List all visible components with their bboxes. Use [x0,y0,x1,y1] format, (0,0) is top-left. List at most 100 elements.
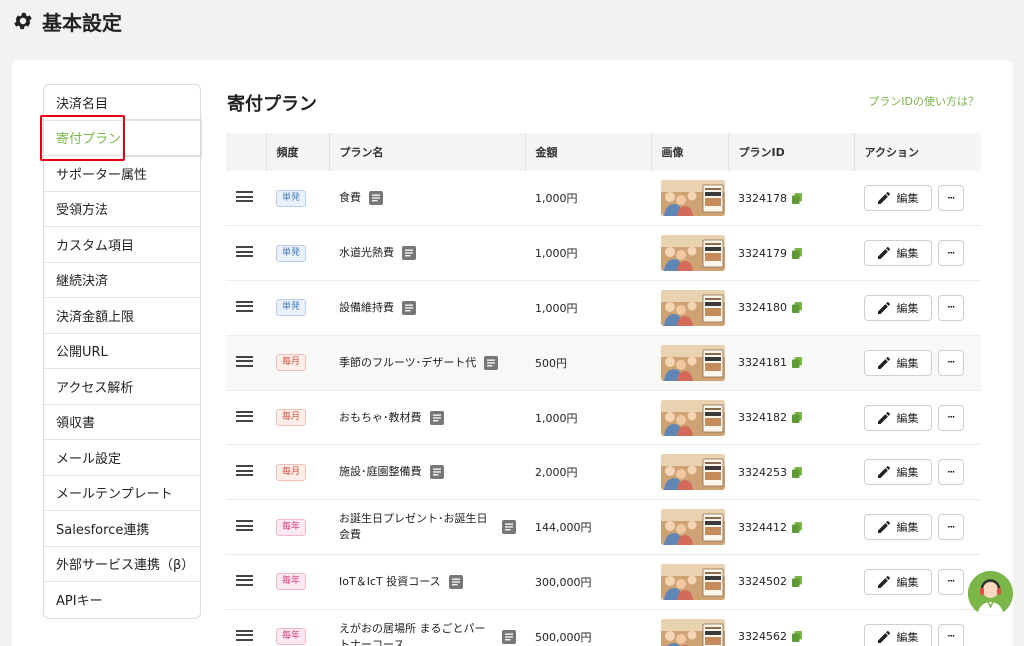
sidebar-item-3[interactable]: 受領方法 [44,192,200,227]
sidebar-item-2[interactable]: サポーター属性 [44,156,200,192]
plan-name-cell: 水道光熱費 [329,225,525,282]
document-icon[interactable] [502,520,516,535]
sidebar-item-1[interactable]: 寄付プラン [44,121,200,156]
drag-cell [226,554,266,610]
copy-icon[interactable] [792,247,802,259]
more-actions-button[interactable]: ··· [938,404,964,431]
drag-handle-icon[interactable] [236,245,253,258]
more-actions-button[interactable]: ··· [938,240,964,267]
drag-handle-icon[interactable] [236,355,253,368]
more-actions-button[interactable]: ··· [938,459,964,486]
edit-button-label: 編集 [896,576,919,589]
drag-handle-icon[interactable] [236,574,253,587]
plan-id: 3324562 [738,630,787,644]
sidebar-item-14[interactable]: APIキー [44,582,200,618]
copy-icon[interactable] [792,466,802,478]
sidebar-item-7[interactable]: 公開URL [44,334,200,369]
more-actions-button[interactable]: ··· [938,185,964,212]
page-header: 基本設定 [12,8,122,35]
drag-handle-icon[interactable] [236,300,253,313]
copy-icon[interactable] [792,357,802,369]
pencil-icon [877,630,890,643]
edit-button[interactable]: 編集 [864,404,932,431]
sidebar-item-0[interactable]: 決済名目 [44,85,200,121]
table-row: 毎年 えがおの居場所 まるごとパートナーコース 500,000円 3324562… [226,609,981,646]
plan-id-help-link[interactable]: プランIDの使い方は？ [868,93,979,109]
plan-id-cell: 3324181 [728,335,854,391]
plan-amount: 1,000円 [535,247,578,261]
more-actions-button[interactable]: ··· [938,568,964,595]
copy-icon[interactable] [792,412,802,424]
sidebar-item-8[interactable]: アクセス解析 [44,369,200,405]
plan-name-cell: IoT＆IcT 投資コース [329,554,525,610]
sidebar-item-11[interactable]: メールテンプレート [44,476,200,511]
drag-cell [226,609,266,646]
frequency-cell: 毎年 [266,554,329,610]
edit-button-label: 編集 [896,302,919,315]
edit-button[interactable]: 編集 [864,623,932,646]
sidebar-item-6[interactable]: 決済金額上限 [44,298,200,334]
edit-button[interactable]: 編集 [864,568,932,595]
copy-icon[interactable] [792,521,802,533]
amount-cell: 500,000円 [525,609,651,646]
plan-name-header: プラン名 [328,133,525,171]
copy-icon[interactable] [792,631,802,643]
more-actions-button[interactable]: ··· [938,294,964,321]
document-icon[interactable] [484,355,499,370]
image-cell [651,554,728,610]
sidebar-item-12[interactable]: Salesforce連携 [44,511,200,547]
copy-icon[interactable] [792,576,802,588]
plan-image [661,399,725,436]
drag-handle-icon[interactable] [236,410,253,423]
more-actions-button[interactable]: ··· [938,514,964,541]
document-icon[interactable] [369,191,383,206]
drag-cell [226,499,266,556]
edit-button-label: 編集 [896,631,919,644]
plan-id-cell: 3324182 [728,390,854,446]
table-row: 毎月 施設･庭園整備費 2,000円 3324253 編集 ··· [226,444,981,501]
sidebar-item-label: 公開URL [56,345,108,361]
drag-handle-icon[interactable] [236,190,253,203]
gear-icon [14,12,32,30]
edit-button[interactable]: 編集 [864,514,932,541]
plan-id: 3324181 [738,356,787,370]
amount-cell: 500円 [525,335,651,391]
sidebar-item-10[interactable]: メール設定 [44,440,200,476]
table-row: 単発 食費 1,000円 3324178 編集 ··· [226,171,981,227]
image-cell [651,390,728,446]
copy-icon[interactable] [792,192,802,204]
plan-name-cell: お誕生日プレゼント･お誕生日会費 [329,499,525,556]
more-actions-button[interactable]: ··· [938,349,964,376]
edit-button[interactable]: 編集 [864,459,932,486]
support-chat-button[interactable] [968,571,1013,616]
edit-button[interactable]: 編集 [864,240,932,267]
edit-button[interactable]: 編集 [864,294,932,321]
more-actions-button[interactable]: ··· [938,623,964,646]
action-cell: 編集 ··· [854,225,981,282]
pencil-icon [877,356,890,369]
drag-handle-icon[interactable] [236,464,253,477]
edit-button-label: 編集 [896,522,919,535]
frequency-cell: 毎月 [266,444,329,501]
sidebar-item-9[interactable]: 領収書 [44,405,200,440]
edit-button[interactable]: 編集 [864,185,932,212]
plan-image [661,180,725,217]
settings-side-menu: 決済名目 寄付プラン サポーター属性 受領方法 カスタム項目 継続決済 決済金額上限公開UR… [43,84,201,619]
sidebar-item-5[interactable]: 継続決済 [44,263,200,298]
drag-handle-icon[interactable] [236,629,253,642]
drag-cell [226,171,266,227]
document-icon[interactable] [429,465,444,480]
document-icon[interactable] [502,629,516,644]
document-icon[interactable] [402,246,416,261]
drag-handle-icon[interactable] [236,519,253,532]
edit-button[interactable]: 編集 [864,349,932,376]
sidebar-item-13[interactable]: 外部サービス連携（β） [44,547,200,582]
sidebar-item-4[interactable]: カスタム項目 [44,227,200,263]
drag-cell [226,335,266,391]
document-icon[interactable] [402,300,416,315]
copy-icon[interactable] [792,302,802,314]
frequency-cell: 単発 [266,280,329,336]
document-icon[interactable] [429,410,444,425]
plan-id-cell: 3324412 [728,499,854,556]
document-icon[interactable] [448,574,463,589]
